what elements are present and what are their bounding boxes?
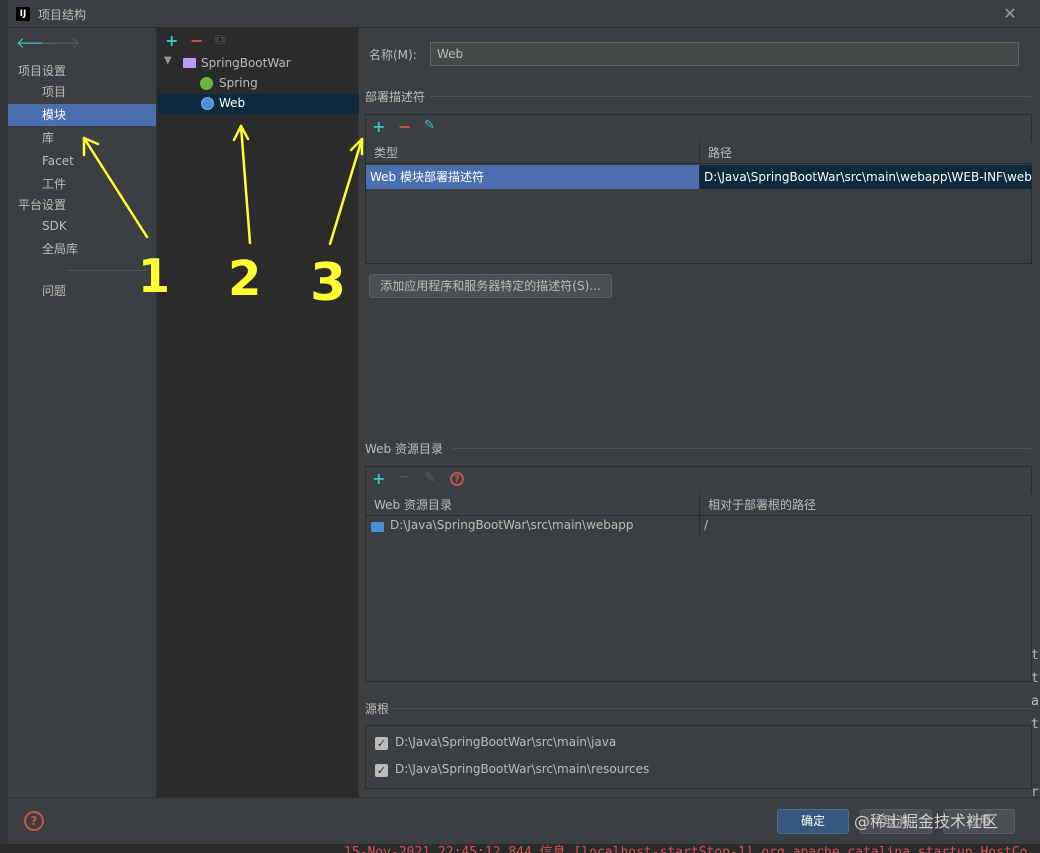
annotation-arrow-1	[82, 136, 149, 239]
annotation-arrow-2	[239, 124, 252, 245]
annotation-overlay	[82, 124, 364, 246]
annotation-label-3: 3	[310, 253, 347, 313]
annotation-arrow-3	[328, 137, 364, 246]
annotation-label-1: 1	[138, 249, 171, 303]
annotation-label-2: 2	[228, 251, 262, 307]
